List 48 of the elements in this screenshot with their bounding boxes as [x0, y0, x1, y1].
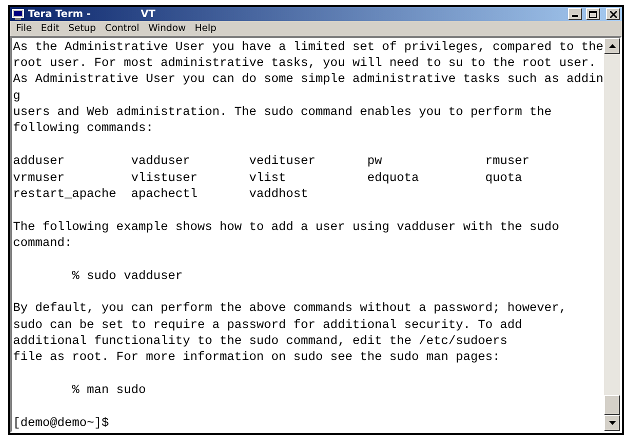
terminal-line: The following example shows how to add a user using vadduser with the sudo	[13, 218, 560, 235]
window-title: Tera Term -	[28, 8, 91, 20]
terminal-line: file as root. For more information on sudo see the sudo man pages:	[13, 349, 502, 366]
command-name: vadduser	[131, 153, 192, 170]
scroll-thumb[interactable]	[604, 395, 620, 415]
terminal-line: g	[13, 88, 22, 104]
minimize-button[interactable]	[568, 8, 582, 20]
menu-item[interactable]: Setup	[68, 23, 96, 34]
terminal-line: additional functionality to the sudo command, edit the /etc/sudoers	[13, 332, 508, 350]
command-name: vrmuser	[13, 170, 66, 186]
terminal-app-icon	[12, 8, 24, 20]
terminal-line: % man sudo	[71, 382, 147, 398]
terminal-line: As Administrative User you can do some simple administrative tasks such as addin	[13, 71, 604, 88]
menu-item[interactable]: Control	[104, 23, 140, 34]
terminal-line: root user. For most administrative tasks, you will need to su to the root user.	[13, 55, 597, 72]
scroll-down-button[interactable]	[604, 415, 620, 431]
terminal-line: command:	[13, 234, 74, 252]
command-name: adduser	[13, 153, 66, 170]
up-arrow-icon	[608, 44, 616, 48]
window-subtitle: VT	[140, 8, 156, 20]
command-name: quota	[485, 170, 524, 186]
menu-item[interactable]: Window	[148, 23, 186, 34]
command-name: apachectl	[131, 186, 198, 202]
command-name: restart_apache	[13, 186, 118, 202]
close-button[interactable]	[606, 8, 620, 20]
command-name: pw	[367, 153, 383, 170]
terminal-line: % sudo vadduser	[71, 268, 184, 284]
terminal-line: users and Web administration. The sudo command enables you to perform the	[13, 104, 553, 120]
command-name: rmuser	[485, 153, 531, 170]
maximize-button[interactable]	[586, 8, 600, 20]
terminal-line: [demo@demo~]$	[13, 414, 110, 431]
close-icon	[610, 10, 616, 18]
down-arrow-icon	[608, 421, 616, 425]
command-name: vlistuser	[131, 170, 198, 186]
scroll-up-button[interactable]	[604, 38, 620, 54]
command-name: vlist	[249, 170, 288, 186]
menu-item[interactable]: File	[16, 23, 32, 34]
menu-item[interactable]: Help	[194, 23, 216, 34]
terminal-line: sudo can be set to require a password for additional security. To add	[13, 316, 524, 333]
terminal-line: following commands:	[13, 120, 154, 137]
command-name: vedituser	[249, 153, 317, 170]
terminal-line: As the Administrative User you have a limited set of privileges, compared to the	[13, 38, 604, 56]
command-name: edquota	[367, 170, 420, 186]
terminal-line: By default, you can perform the above commands without a password; however,	[13, 300, 568, 317]
maximize-icon	[589, 10, 597, 18]
command-name: vaddhost	[249, 186, 310, 202]
scrollbar[interactable]	[604, 38, 620, 431]
menu-item[interactable]: Edit	[40, 23, 60, 34]
